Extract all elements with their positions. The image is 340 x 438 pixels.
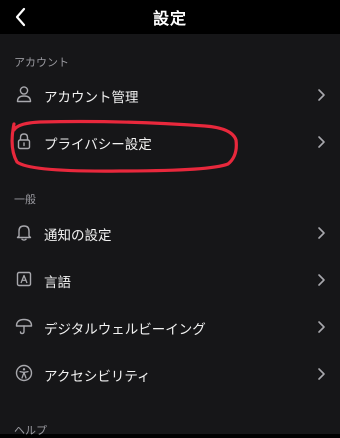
bell-icon bbox=[14, 222, 34, 242]
chevron-right-icon bbox=[314, 134, 328, 150]
chevron-right-icon bbox=[314, 225, 328, 241]
chevron-right-icon bbox=[314, 366, 328, 382]
settings-item-label: 通知の設定 bbox=[44, 228, 112, 244]
chevron-right-icon bbox=[314, 87, 328, 103]
settings-item-notifications[interactable]: 通知の設定 bbox=[0, 210, 340, 256]
settings-item-accessibility[interactable]: アクセシビリティ bbox=[0, 351, 340, 397]
section-label-account: アカウント bbox=[14, 56, 69, 69]
settings-item-label: デジタルウェルビーイング bbox=[44, 322, 206, 338]
chevron-right-icon bbox=[314, 319, 328, 335]
settings-item-account-management[interactable]: アカウント管理 bbox=[0, 72, 340, 118]
settings-item-digital-wellbeing[interactable]: デジタルウェルビーイング bbox=[0, 304, 340, 350]
accessibility-icon bbox=[14, 363, 34, 383]
settings-item-label: アクセシビリティ bbox=[44, 369, 151, 385]
top-bar: 設定 bbox=[0, 0, 340, 34]
settings-list: アカウント アカウント管理 プライバシー設定 一般 通知の設定 言語 デジタルウ… bbox=[0, 34, 340, 437]
chevron-right-icon bbox=[314, 272, 328, 288]
settings-item-privacy[interactable]: プライバシー設定 bbox=[0, 119, 340, 165]
section-label-help: ヘルプ bbox=[14, 424, 47, 437]
lock-icon bbox=[14, 131, 34, 151]
person-icon bbox=[14, 84, 34, 104]
language-icon bbox=[14, 269, 34, 289]
settings-item-language[interactable]: 言語 bbox=[0, 257, 340, 303]
settings-item-label: 言語 bbox=[44, 275, 71, 291]
settings-item-label: アカウント管理 bbox=[44, 90, 139, 106]
settings-item-label: プライバシー設定 bbox=[44, 137, 152, 153]
section-label-general: 一般 bbox=[14, 193, 36, 206]
umbrella-icon bbox=[14, 316, 34, 336]
page-title: 設定 bbox=[152, 9, 187, 28]
